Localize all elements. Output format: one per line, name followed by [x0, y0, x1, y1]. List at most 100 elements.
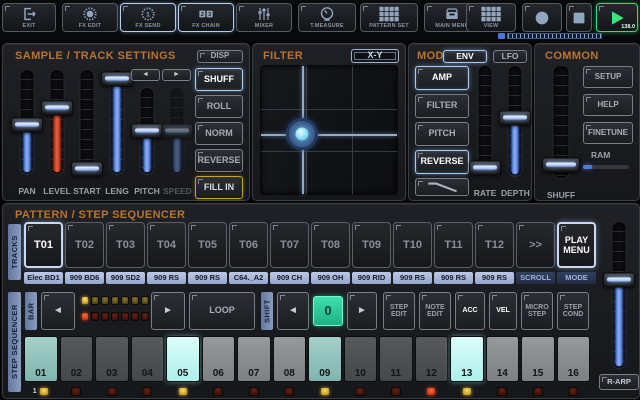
- step-edit-button[interactable]: STEP EDIT: [383, 292, 415, 330]
- toolbar-pattern-set-button[interactable]: PATTERN SET: [360, 3, 418, 32]
- toolbar-exit-button[interactable]: EXIT: [2, 3, 56, 32]
- nav-arrow-right-button[interactable]: ►: [162, 69, 191, 81]
- common-finetune-button[interactable]: FINETUNE: [583, 122, 633, 144]
- mod-filter-button[interactable]: FILTER: [415, 94, 469, 118]
- sample-norm-button[interactable]: NORM: [195, 122, 243, 145]
- disp-button[interactable]: DISP: [197, 50, 243, 63]
- track-button-t11[interactable]: T11: [434, 222, 473, 268]
- step-08[interactable]: 08: [272, 336, 306, 382]
- slider-leng[interactable]: LENG: [101, 66, 133, 196]
- track-button-t09[interactable]: T09: [352, 222, 391, 268]
- acc-button[interactable]: ACC: [455, 292, 485, 330]
- step-15[interactable]: 15: [521, 336, 555, 382]
- slider-pitch[interactable]: PITCH: [131, 66, 163, 196]
- sample-reverse-button[interactable]: REVERSE: [195, 149, 243, 172]
- bar-led-red: [81, 312, 89, 321]
- mod-reverse-button[interactable]: REVERSE: [415, 150, 469, 174]
- toolbar-record-button[interactable]: [522, 3, 562, 32]
- envelope-shape-button[interactable]: [415, 178, 469, 196]
- step-07[interactable]: 07: [237, 336, 271, 382]
- step-03[interactable]: 03: [95, 336, 129, 382]
- step-06[interactable]: 06: [201, 336, 235, 382]
- sample-fill-in-button[interactable]: FILL IN: [195, 176, 243, 199]
- step-led-red: [106, 386, 117, 396]
- shift-counter-display[interactable]: 0: [313, 296, 343, 326]
- step-cond-button[interactable]: STEP COND: [557, 292, 589, 330]
- track-button-t06[interactable]: T06: [229, 222, 268, 268]
- micro-step-button[interactable]: MICRO STEP: [521, 292, 553, 330]
- toolbar-fx-edit-button[interactable]: FX EDIT: [62, 3, 118, 32]
- mod-slider-depth[interactable]: DEPTH: [499, 64, 531, 198]
- step-04[interactable]: 04: [130, 336, 164, 382]
- mod-tab-env[interactable]: ENV: [443, 50, 487, 63]
- track-button-t02[interactable]: T02: [65, 222, 104, 268]
- slider-speed[interactable]: SPEED: [161, 66, 193, 196]
- slider-handle[interactable]: [131, 123, 163, 139]
- track-button-t01[interactable]: T01: [24, 222, 63, 268]
- common-setup-button[interactable]: SETUP: [583, 66, 633, 88]
- track-button-t10[interactable]: T10: [393, 222, 432, 268]
- loop-button[interactable]: LOOP: [189, 292, 255, 330]
- track-button-t12[interactable]: T12: [475, 222, 514, 268]
- track-button-t03[interactable]: T03: [106, 222, 145, 268]
- note-edit-button[interactable]: NOTE EDIT: [419, 292, 451, 330]
- common-shuff-slider[interactable]: SHUFF: [541, 64, 581, 200]
- toolbar-mixer-button[interactable]: MIXER: [236, 3, 292, 32]
- sequencer-side-slider[interactable]: [601, 220, 637, 390]
- step-05[interactable]: 05: [166, 336, 200, 382]
- track-button-t08[interactable]: T08: [311, 222, 350, 268]
- toolbar-button-label: MAIN MENU: [435, 23, 469, 29]
- mod-tab-lfo[interactable]: LFO: [493, 50, 527, 63]
- slider-handle[interactable]: [603, 272, 635, 288]
- slider-handle[interactable]: [542, 157, 580, 173]
- step-14[interactable]: 14: [485, 336, 519, 382]
- step-12[interactable]: 12: [414, 336, 448, 382]
- step-13[interactable]: 13: [450, 336, 484, 382]
- track-button-t07[interactable]: T07: [270, 222, 309, 268]
- slider-start[interactable]: START: [71, 66, 103, 196]
- slider-handle[interactable]: [71, 161, 103, 177]
- step-number: 02: [70, 368, 82, 379]
- slider-handle[interactable]: [11, 117, 43, 133]
- track-button-t05[interactable]: T05: [188, 222, 227, 268]
- track-button-play-menu[interactable]: PLAY MENU: [557, 222, 596, 268]
- step-11[interactable]: 11: [379, 336, 413, 382]
- step-09[interactable]: 09: [308, 336, 342, 382]
- slider-handle[interactable]: [499, 110, 531, 126]
- toolbar-fx-chain-button[interactable]: 2 3 FX CHAIN: [178, 3, 234, 32]
- toolbar-view-button[interactable]: VIEW: [466, 3, 516, 32]
- bar-next-button[interactable]: ►: [151, 292, 185, 330]
- step-10[interactable]: 10: [343, 336, 377, 382]
- bar-prev-button[interactable]: ◄: [41, 292, 75, 330]
- sample-shuff-button[interactable]: SHUFF: [195, 68, 243, 91]
- mod-pitch-button[interactable]: PITCH: [415, 122, 469, 146]
- shift-left-button[interactable]: ◄: [277, 292, 309, 330]
- slider-handle[interactable]: [101, 71, 133, 87]
- track-button-scroll[interactable]: >>: [516, 222, 555, 268]
- nav-arrow-left-button[interactable]: ◄: [131, 69, 160, 81]
- vel-button[interactable]: VEL: [489, 292, 517, 330]
- shift-right-button[interactable]: ►: [347, 292, 377, 330]
- step-number: 12: [425, 368, 437, 379]
- toolbar-fx-send-button[interactable]: 1 FX SEND: [120, 3, 176, 32]
- step-02[interactable]: 02: [59, 336, 93, 382]
- slider-level[interactable]: LEVEL: [41, 66, 73, 196]
- step-16[interactable]: 16: [556, 336, 590, 382]
- xy-puck[interactable]: [285, 117, 318, 150]
- filter-xy-pad[interactable]: [261, 66, 397, 194]
- step-01[interactable]: 01: [24, 336, 58, 382]
- track-button-t04[interactable]: T04: [147, 222, 186, 268]
- mod-slider-rate[interactable]: RATE: [469, 64, 501, 198]
- common-help-button[interactable]: HELP: [583, 94, 633, 116]
- slider-handle[interactable]: [161, 123, 193, 139]
- toolbar-t-measure-button[interactable]: T.MEASURE: [298, 3, 356, 32]
- slider-handle[interactable]: [41, 100, 73, 116]
- slider-handle[interactable]: [469, 160, 501, 176]
- toolbar-play-button[interactable]: 138.0: [596, 3, 638, 32]
- slider-pan[interactable]: PAN: [11, 66, 43, 196]
- r-arp-button[interactable]: R-ARP: [599, 374, 639, 390]
- xy-mode-button[interactable]: X-Y: [351, 49, 399, 63]
- toolbar-stop-button[interactable]: [566, 3, 592, 32]
- mod-amp-button[interactable]: AMP: [415, 66, 469, 90]
- sample-roll-button[interactable]: ROLL: [195, 95, 243, 118]
